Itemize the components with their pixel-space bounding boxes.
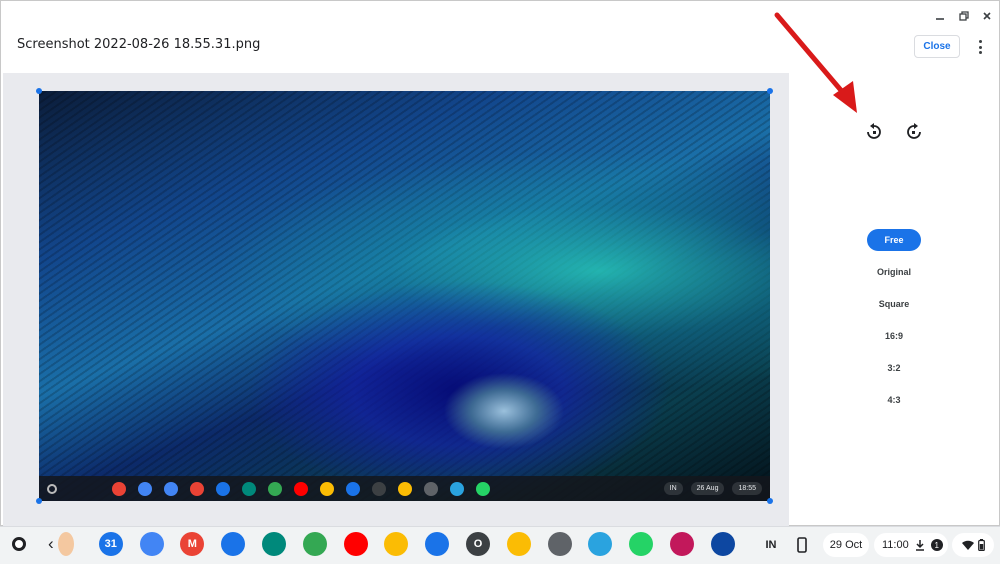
shelf-app-settings-icon[interactable]	[547, 532, 572, 556]
system-shelf: ‹ 31 M O IN 29 Oct 11:00 1	[0, 526, 1000, 564]
wifi-icon	[961, 540, 974, 550]
shelf-app-youtube-icon[interactable]	[343, 532, 368, 556]
rotate-left-icon[interactable]	[865, 123, 883, 141]
image-time: 18:55	[732, 482, 762, 495]
shelf-app-app-partial-icon[interactable]	[58, 532, 74, 556]
crop-handle-bottom-left[interactable]	[36, 498, 42, 504]
download-icon	[915, 540, 924, 551]
battery-icon	[977, 539, 985, 551]
notification-count: 1	[930, 539, 943, 551]
aspect-3-2[interactable]: 3:2	[867, 357, 921, 379]
close-icon[interactable]	[976, 7, 998, 25]
crop-handle-bottom-right[interactable]	[767, 498, 773, 504]
image-editor-window: Screenshot 2022-08-26 18.55.31.png Close…	[0, 0, 1000, 527]
rotate-right-icon[interactable]	[905, 123, 923, 141]
status-time-pill[interactable]: 11:00 1	[874, 533, 948, 557]
shelf-app-messages-icon[interactable]	[425, 532, 450, 556]
phone-hub-icon[interactable]	[790, 533, 814, 557]
file-title: Screenshot 2022-08-26 18.55.31.png	[17, 37, 261, 52]
image-shelf: IN 26 Aug 18:55	[39, 476, 770, 501]
aspect-free[interactable]: Free	[867, 229, 921, 251]
aspect-4-3[interactable]: 4:3	[867, 389, 921, 411]
aspect-original[interactable]: Original	[867, 261, 921, 283]
shelf-app-whatsapp-icon[interactable]	[629, 532, 654, 556]
shelf-app-files-icon[interactable]	[221, 532, 246, 556]
shelf-app-gmail-icon[interactable]: M	[180, 532, 205, 556]
image-app-icons	[112, 481, 490, 496]
more-options-icon[interactable]	[973, 37, 987, 57]
shelf-app-gallery-icon[interactable]	[710, 532, 735, 556]
shelf-app-screenshot-app-icon[interactable]	[670, 532, 694, 556]
shelf-app-telegram-icon[interactable]	[588, 532, 613, 556]
shelf-app-keep-icon[interactable]	[506, 532, 531, 556]
restore-icon[interactable]	[953, 7, 975, 25]
shelf-app-meet-icon[interactable]	[262, 532, 286, 556]
minimize-icon[interactable]	[929, 7, 951, 25]
crop-handle-top-left[interactable]	[36, 88, 42, 94]
image-date: 26 Aug	[690, 482, 725, 495]
clock: 11:00	[882, 539, 909, 551]
shelf-app-play-store-icon[interactable]	[302, 532, 327, 556]
aspect-16-9[interactable]: 16:9	[867, 325, 921, 347]
ime-indicator[interactable]: IN	[758, 533, 784, 557]
annotation-arrow	[774, 12, 857, 113]
shelf-app-calendar-icon[interactable]: 31	[98, 532, 123, 556]
aspect-square[interactable]: Square	[867, 293, 921, 315]
quick-settings-pill[interactable]	[952, 533, 994, 557]
shelf-app-o-app-icon[interactable]: O	[466, 532, 490, 556]
back-icon[interactable]: ‹	[48, 534, 54, 554]
image-launcher-icon	[47, 483, 57, 494]
shelf-app-photos-icon[interactable]	[384, 532, 409, 556]
shelf-app-docs-icon[interactable]	[139, 532, 164, 556]
close-button[interactable]: Close	[914, 35, 960, 58]
image-ime: IN	[663, 482, 683, 495]
launcher-icon[interactable]	[12, 537, 26, 551]
date-pill[interactable]: 29 Oct	[823, 533, 869, 557]
image-preview: IN 26 Aug 18:55	[39, 91, 770, 501]
